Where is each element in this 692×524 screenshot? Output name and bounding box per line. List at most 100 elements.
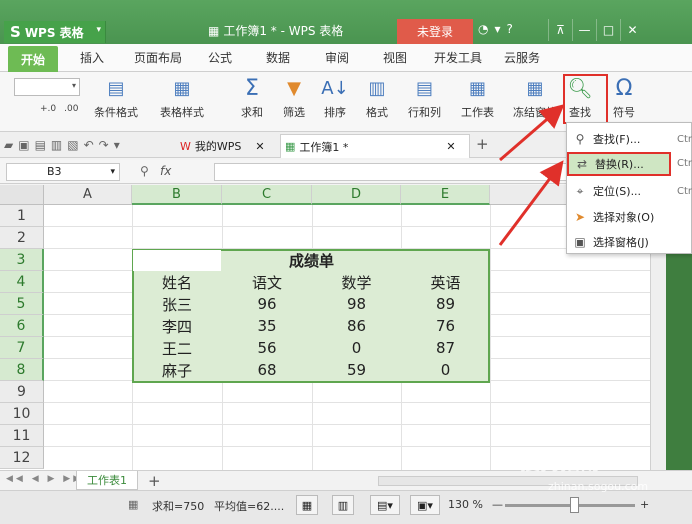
table-cell[interactable]: 86 bbox=[312, 315, 401, 337]
app-menu-button[interactable]: S WPS 表格 ▾ bbox=[4, 21, 106, 43]
zoom-in-icon[interactable]: + bbox=[640, 498, 649, 511]
select-all-corner[interactable] bbox=[0, 185, 44, 205]
table-style-button[interactable]: ▦ 表格样式 bbox=[160, 76, 204, 120]
normal-view-icon[interactable]: ▦ bbox=[296, 495, 318, 515]
close-icon[interactable]: ✕ bbox=[446, 140, 455, 153]
row-header-10[interactable]: 10 bbox=[0, 403, 44, 425]
tab-view[interactable]: 视图 bbox=[383, 49, 407, 66]
symbol-button[interactable]: Ω 符号 bbox=[612, 76, 636, 120]
row-header-12[interactable]: 12 bbox=[0, 447, 44, 469]
row-header-6[interactable]: 6 bbox=[0, 315, 44, 337]
zoom-level[interactable]: 130 % bbox=[448, 498, 483, 511]
close-icon[interactable]: ✕ bbox=[255, 140, 264, 153]
column-header-a[interactable]: A bbox=[44, 185, 132, 205]
name-box[interactable]: B3 ▾ bbox=[6, 163, 120, 181]
tab-insert[interactable]: 插入 bbox=[80, 49, 104, 66]
table-cell[interactable]: 87 bbox=[401, 337, 490, 359]
header-cell-english[interactable]: 英语 bbox=[401, 271, 490, 293]
shirt-icon[interactable]: ▾ bbox=[494, 22, 500, 36]
table-cell[interactable]: 李四 bbox=[132, 315, 222, 337]
row-header-4[interactable]: 4 bbox=[0, 271, 44, 293]
minimize-icon[interactable]: — bbox=[572, 19, 596, 41]
rows-columns-button[interactable]: ▤ 行和列 bbox=[408, 76, 441, 120]
table-cell[interactable]: 68 bbox=[222, 359, 312, 381]
redo-icon[interactable]: ↷ bbox=[99, 138, 109, 152]
open-folder-icon[interactable]: ▰ bbox=[4, 138, 13, 152]
row-header-2[interactable]: 2 bbox=[0, 227, 44, 249]
pdf-icon[interactable]: ▤ bbox=[35, 138, 46, 152]
close-icon[interactable]: ✕ bbox=[620, 19, 644, 41]
menu-item-select-objects[interactable]: ➤ 选择对象(O) bbox=[567, 205, 692, 229]
worksheet-button[interactable]: ▦ 工作表 bbox=[461, 76, 494, 120]
table-cell[interactable]: 89 bbox=[401, 293, 490, 315]
format-button[interactable]: ▥ 格式 bbox=[365, 76, 389, 120]
table-cell[interactable]: 0 bbox=[312, 337, 401, 359]
table-cell[interactable]: 35 bbox=[222, 315, 312, 337]
sheet-nav-arrows[interactable]: ◀◀ ◀ ▶ ▶▶ bbox=[6, 474, 83, 484]
page-break-view-icon[interactable]: ▥ bbox=[332, 495, 354, 515]
freeze-panes-button[interactable]: ▦ 冻结窗格 bbox=[513, 76, 557, 120]
sort-button[interactable]: A↓ 排序 bbox=[321, 76, 348, 120]
zoom-slider-knob[interactable] bbox=[570, 497, 579, 513]
page-layout-view-icon[interactable]: ▤▾ bbox=[370, 495, 400, 515]
tab-developer[interactable]: 开发工具 bbox=[434, 49, 482, 66]
filter-button[interactable]: ▼ 筛选 bbox=[282, 76, 306, 120]
table-cell[interactable]: 59 bbox=[312, 359, 401, 381]
fx-icon[interactable]: fx bbox=[160, 164, 171, 178]
restore-ribbon-icon[interactable]: ⊼ bbox=[548, 19, 572, 41]
table-cell[interactable]: 王二 bbox=[132, 337, 222, 359]
help-button[interactable]: ? bbox=[507, 22, 513, 36]
row-header-1[interactable]: 1 bbox=[0, 205, 44, 227]
row-header-7[interactable]: 7 bbox=[0, 337, 44, 359]
conditional-format-button[interactable]: ▤ 条件格式 bbox=[94, 76, 138, 120]
zoom-function-icon[interactable]: ⚲ bbox=[140, 164, 149, 178]
column-header-d[interactable]: D bbox=[312, 185, 401, 205]
tab-review[interactable]: 审阅 bbox=[325, 49, 349, 66]
increase-decimal-icon[interactable]: +.0 bbox=[40, 104, 56, 114]
menu-item-replace[interactable]: ⇄ 替换(R)... bbox=[567, 152, 671, 176]
menu-item-find[interactable]: ⚲ 查找(F)... Ctr bbox=[567, 127, 692, 151]
sum-button[interactable]: Σ 求和 bbox=[240, 76, 264, 120]
menu-item-goto[interactable]: ⌖ 定位(S)... Ctr bbox=[567, 179, 692, 203]
maximize-icon[interactable]: □ bbox=[596, 19, 620, 41]
table-cell[interactable]: 张三 bbox=[132, 293, 222, 315]
add-sheet-button[interactable]: + bbox=[148, 472, 161, 490]
table-cell[interactable]: 麻子 bbox=[132, 359, 222, 381]
sheet-tab-active[interactable]: 工作表1 bbox=[76, 471, 138, 490]
table-cell[interactable]: 56 bbox=[222, 337, 312, 359]
tab-data[interactable]: 数据 bbox=[266, 49, 290, 66]
skin-icon[interactable]: ◔ bbox=[478, 22, 488, 36]
tab-page-layout[interactable]: 页面布局 bbox=[134, 49, 182, 66]
undo-icon[interactable]: ↶ bbox=[84, 138, 94, 152]
tab-cloud[interactable]: 云服务 bbox=[504, 49, 540, 66]
header-cell-name[interactable]: 姓名 bbox=[132, 271, 222, 293]
decrease-decimal-icon[interactable]: .00 bbox=[64, 104, 78, 114]
table-title[interactable]: 成绩单 bbox=[222, 249, 401, 271]
tab-home[interactable]: 开始 bbox=[8, 46, 58, 72]
row-header-5[interactable]: 5 bbox=[0, 293, 44, 315]
header-cell-chinese[interactable]: 语文 bbox=[222, 271, 312, 293]
tab-formula[interactable]: 公式 bbox=[208, 49, 232, 66]
table-cell[interactable]: 76 bbox=[401, 315, 490, 337]
tab-my-wps[interactable]: W 我的WPS ✕ bbox=[180, 135, 276, 157]
login-button[interactable]: 未登录 bbox=[397, 19, 473, 44]
print-preview-icon[interactable]: ▧ bbox=[67, 138, 78, 152]
row-header-9[interactable]: 9 bbox=[0, 381, 44, 403]
table-cell[interactable]: 98 bbox=[312, 293, 401, 315]
print-icon[interactable]: ▥ bbox=[51, 138, 62, 152]
row-header-11[interactable]: 11 bbox=[0, 425, 44, 447]
tab-workbook[interactable]: ▦ 工作簿1 * ✕ bbox=[280, 134, 470, 158]
active-cell-b3[interactable] bbox=[133, 250, 221, 271]
row-header-8[interactable]: 8 bbox=[0, 359, 44, 381]
row-header-3[interactable]: 3 bbox=[0, 249, 44, 271]
customize-icon[interactable]: ▾ bbox=[114, 138, 120, 152]
reading-view-icon[interactable]: ▣▾ bbox=[410, 495, 440, 515]
zoom-out-icon[interactable]: — bbox=[492, 498, 503, 511]
spreadsheet-grid[interactable]: A B C D E 1 2 3 4 5 6 7 8 9 10 11 12 成绩单… bbox=[0, 185, 650, 470]
column-header-c[interactable]: C bbox=[222, 185, 312, 205]
save-icon[interactable]: ▣ bbox=[18, 138, 29, 152]
column-header-e[interactable]: E bbox=[401, 185, 490, 205]
number-format-select[interactable]: ▾ bbox=[14, 78, 80, 96]
column-header-b[interactable]: B bbox=[132, 185, 222, 205]
header-cell-math[interactable]: 数学 bbox=[312, 271, 401, 293]
